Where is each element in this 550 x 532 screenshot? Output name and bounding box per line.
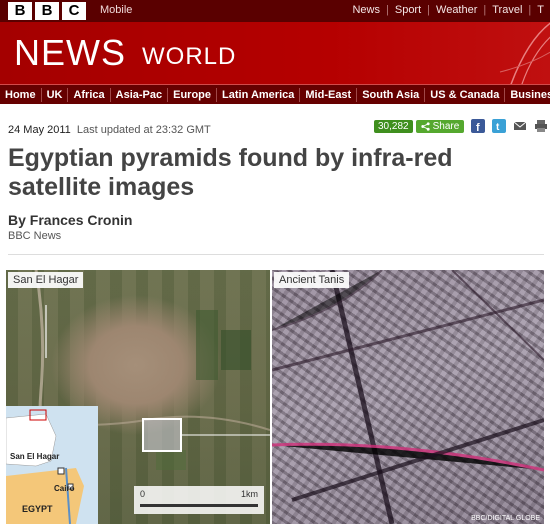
nav-item-europe[interactable]: Europe: [168, 87, 218, 102]
label-ancient-tanis: Ancient Tanis: [274, 272, 350, 288]
nav-item-home[interactable]: Home: [0, 87, 42, 102]
label-san-el-hagar: San El Hagar: [8, 272, 84, 288]
bbc-top-bar: B B C Mobile News | Sport | Weather | Tr…: [0, 0, 550, 22]
satellite-image-san-el-hagar: San El Hagar San El Hagar Cairo EGYPT 0 …: [6, 270, 270, 524]
top-links: News | Sport | Weather | Travel | T: [346, 4, 550, 16]
top-link-travel[interactable]: Travel: [486, 4, 528, 16]
nav-item-latin-america[interactable]: Latin America: [217, 87, 301, 102]
map-label-san-el-hagar: San El Hagar: [10, 452, 60, 461]
nav-item-asia-pac[interactable]: Asia-Pac: [111, 87, 169, 102]
print-icon[interactable]: [534, 119, 548, 133]
article-source: BBC News: [8, 230, 62, 242]
share-button-label: Share: [432, 120, 460, 132]
article-meta: 24 May 2011 Last updated at 23:32 GMT: [8, 124, 211, 136]
masthead-news[interactable]: NEWS: [14, 32, 126, 74]
article-updated: Last updated at 23:32 GMT: [76, 124, 211, 136]
section-nav: Home UK Africa Asia-Pac Europe Latin Ame…: [0, 84, 550, 104]
share-toolbar: 30,282 Share f t: [374, 119, 548, 133]
top-link-sport[interactable]: Sport: [389, 4, 427, 16]
article-date: 24 May 2011: [8, 124, 71, 136]
scale-line: [140, 504, 258, 507]
map-label-cairo: Cairo: [54, 484, 75, 493]
divider: [8, 254, 544, 255]
scale-bar: 0 1km: [134, 486, 264, 514]
share-count-badge: 30,282: [374, 119, 413, 133]
twitter-icon[interactable]: t: [492, 119, 507, 133]
article-byline: By Frances Cronin: [8, 212, 133, 228]
share-icon: [420, 121, 430, 131]
nav-item-business[interactable]: Business: [505, 88, 550, 102]
nav-item-mid-east[interactable]: Mid-East: [300, 87, 358, 102]
ancient-tanis-infrared-lines: [272, 270, 544, 524]
nav-item-africa[interactable]: Africa: [68, 87, 111, 102]
nav-item-uk[interactable]: UK: [42, 87, 69, 102]
scale-start: 0: [140, 489, 146, 499]
bbc-logo-letter-b2: B: [35, 2, 59, 20]
masthead-world[interactable]: WORLD: [142, 43, 236, 71]
inset-location-square: [142, 418, 182, 452]
top-link-more[interactable]: T: [531, 4, 550, 16]
mobile-label: Mobile: [100, 4, 133, 16]
svg-text:f: f: [476, 122, 480, 133]
bbc-logo[interactable]: B B C: [8, 2, 86, 20]
nav-item-us-canada[interactable]: US & Canada: [425, 87, 506, 102]
top-link-weather[interactable]: Weather: [430, 4, 483, 16]
news-world-masthead: NEWS WORLD: [0, 22, 550, 84]
satellite-image-ancient-tanis: Ancient Tanis BBC/DIGITAL GLOBE: [272, 270, 544, 524]
email-icon[interactable]: [513, 119, 527, 133]
bbc-logo-letter-b1: B: [8, 2, 32, 20]
egypt-locator-map: San El Hagar Cairo EGYPT: [6, 406, 98, 524]
top-link-news[interactable]: News: [346, 4, 386, 16]
share-button[interactable]: Share: [415, 119, 465, 133]
image-credit: BBC/DIGITAL GLOBE: [471, 515, 540, 522]
article-headline: Egyptian pyramids found by infra-red sat…: [8, 144, 453, 201]
bbc-logo-letter-c: C: [62, 2, 86, 20]
facebook-icon[interactable]: f: [471, 119, 486, 133]
nav-item-south-asia[interactable]: South Asia: [357, 87, 426, 102]
globe-swoosh-graphic: [499, 22, 550, 84]
scale-end: 1km: [240, 489, 258, 499]
article-satellite-figure: San El Hagar San El Hagar Cairo EGYPT 0 …: [6, 270, 544, 524]
map-label-egypt: EGYPT: [22, 504, 53, 514]
